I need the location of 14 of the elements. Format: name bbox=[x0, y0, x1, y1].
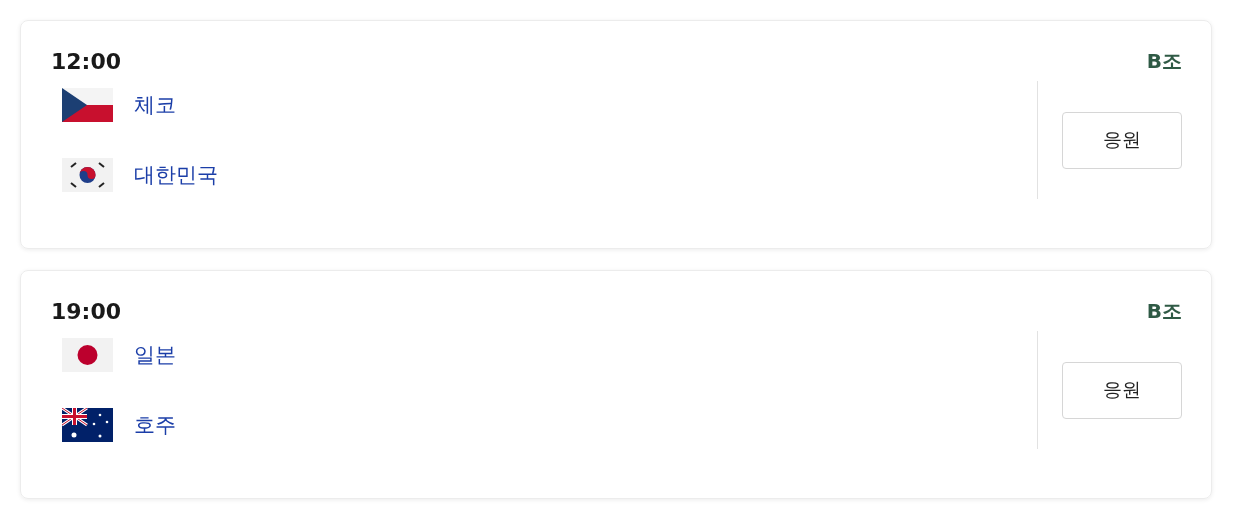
match-time: 19:00 bbox=[51, 298, 122, 324]
flag-icon bbox=[62, 408, 113, 442]
team-name[interactable]: 체코 bbox=[134, 91, 176, 119]
cheer-button[interactable]: 응원 bbox=[1062, 361, 1182, 419]
flag-icon bbox=[62, 338, 113, 372]
flag-icon bbox=[62, 88, 113, 122]
cheer-button[interactable]: 응원 bbox=[1062, 111, 1182, 169]
team-name[interactable]: 호주 bbox=[134, 411, 176, 439]
flag-icon bbox=[62, 158, 113, 192]
team-name[interactable]: 대한민국 bbox=[134, 161, 218, 189]
team-name[interactable]: 일본 bbox=[134, 341, 176, 369]
group-label: B조 bbox=[1146, 47, 1182, 75]
group-label: B조 bbox=[1146, 297, 1182, 325]
match-time: 12:00 bbox=[51, 48, 122, 74]
